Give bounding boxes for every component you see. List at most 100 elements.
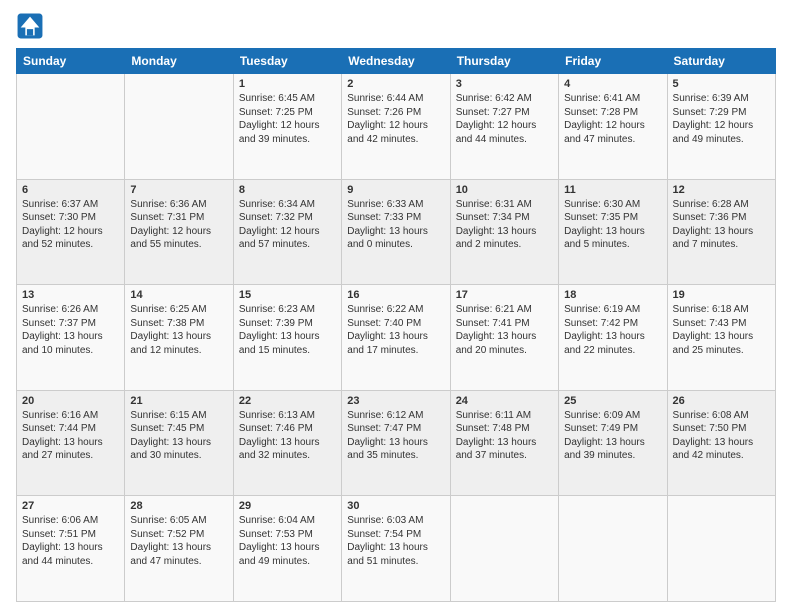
calendar-col-monday: Monday [125, 49, 233, 74]
cell-info: Sunrise: 6:12 AMSunset: 7:47 PMDaylight:… [347, 409, 444, 463]
cell-info: Sunrise: 6:25 AMSunset: 7:38 PMDaylight:… [130, 303, 227, 357]
day-number: 17 [456, 289, 553, 301]
day-number: 1 [239, 78, 336, 90]
day-number: 3 [456, 78, 553, 90]
calendar-cell: 9 Sunrise: 6:33 AMSunset: 7:33 PMDaylight… [342, 179, 450, 285]
day-number: 24 [456, 395, 553, 407]
cell-info: Sunrise: 6:26 AMSunset: 7:37 PMDaylight:… [22, 303, 119, 357]
calendar-cell: 10 Sunrise: 6:31 AMSunset: 7:34 PMDayligh… [450, 179, 558, 285]
calendar-cell: 16 Sunrise: 6:22 AMSunset: 7:40 PMDayligh… [342, 285, 450, 391]
calendar-cell: 25 Sunrise: 6:09 AMSunset: 7:49 PMDayligh… [559, 390, 667, 496]
day-number: 18 [564, 289, 661, 301]
day-number: 14 [130, 289, 227, 301]
calendar-cell: 18 Sunrise: 6:19 AMSunset: 7:42 PMDayligh… [559, 285, 667, 391]
calendar-cell: 21 Sunrise: 6:15 AMSunset: 7:45 PMDayligh… [125, 390, 233, 496]
day-number: 22 [239, 395, 336, 407]
cell-info: Sunrise: 6:19 AMSunset: 7:42 PMDaylight:… [564, 303, 661, 357]
day-number: 7 [130, 184, 227, 196]
logo [16, 12, 48, 40]
cell-info: Sunrise: 6:45 AMSunset: 7:25 PMDaylight:… [239, 92, 336, 146]
cell-info: Sunrise: 6:23 AMSunset: 7:39 PMDaylight:… [239, 303, 336, 357]
cell-info: Sunrise: 6:08 AMSunset: 7:50 PMDaylight:… [673, 409, 770, 463]
calendar-cell: 2 Sunrise: 6:44 AMSunset: 7:26 PMDaylight… [342, 74, 450, 180]
day-number: 9 [347, 184, 444, 196]
calendar-cell: 7Sunrise: 6:36 AMSunset: 7:31 PMDaylight… [125, 179, 233, 285]
calendar-cell: 22 Sunrise: 6:13 AMSunset: 7:46 PMDayligh… [233, 390, 341, 496]
calendar-col-saturday: Saturday [667, 49, 775, 74]
cell-info: Sunrise: 6:39 AMSunset: 7:29 PMDaylight:… [673, 92, 770, 146]
cell-info: Sunrise: 6:37 AMSunset: 7:30 PMDaylight:… [22, 198, 119, 252]
cell-info: Sunrise: 6:15 AMSunset: 7:45 PMDaylight:… [130, 409, 227, 463]
day-number: 6 [22, 184, 119, 196]
calendar-col-friday: Friday [559, 49, 667, 74]
cell-info: Sunrise: 6:13 AMSunset: 7:46 PMDaylight:… [239, 409, 336, 463]
calendar-cell: 29Sunrise: 6:04 AMSunset: 7:53 PMDayligh… [233, 496, 341, 602]
calendar-cell: 1 Sunrise: 6:45 AMSunset: 7:25 PMDaylight… [233, 74, 341, 180]
cell-info: Sunrise: 6:11 AMSunset: 7:48 PMDaylight:… [456, 409, 553, 463]
calendar-cell: 30Sunrise: 6:03 AMSunset: 7:54 PMDayligh… [342, 496, 450, 602]
day-number: 10 [456, 184, 553, 196]
day-number: 20 [22, 395, 119, 407]
calendar-table: SundayMondayTuesdayWednesdayThursdayFrid… [16, 48, 776, 602]
calendar-header-row: SundayMondayTuesdayWednesdayThursdayFrid… [17, 49, 776, 74]
calendar-cell: 23 Sunrise: 6:12 AMSunset: 7:47 PMDayligh… [342, 390, 450, 496]
cell-info: Sunrise: 6:06 AMSunset: 7:51 PMDaylight:… [22, 514, 119, 568]
day-number: 12 [673, 184, 770, 196]
day-number: 4 [564, 78, 661, 90]
day-number: 27 [22, 500, 119, 512]
calendar-col-tuesday: Tuesday [233, 49, 341, 74]
calendar-col-wednesday: Wednesday [342, 49, 450, 74]
day-number: 26 [673, 395, 770, 407]
calendar-cell: 5Sunrise: 6:39 AMSunset: 7:29 PMDaylight… [667, 74, 775, 180]
calendar-cell: 12 Sunrise: 6:28 AMSunset: 7:36 PMDayligh… [667, 179, 775, 285]
calendar-week-3: 13 Sunrise: 6:26 AMSunset: 7:37 PMDayligh… [17, 285, 776, 391]
header [16, 12, 776, 40]
calendar-cell: 14 Sunrise: 6:25 AMSunset: 7:38 PMDayligh… [125, 285, 233, 391]
calendar-cell: 11 Sunrise: 6:30 AMSunset: 7:35 PMDayligh… [559, 179, 667, 285]
cell-info: Sunrise: 6:16 AMSunset: 7:44 PMDaylight:… [22, 409, 119, 463]
day-number: 30 [347, 500, 444, 512]
calendar-col-sunday: Sunday [17, 49, 125, 74]
calendar-cell: 8Sunrise: 6:34 AMSunset: 7:32 PMDaylight… [233, 179, 341, 285]
calendar-cell: 13 Sunrise: 6:26 AMSunset: 7:37 PMDayligh… [17, 285, 125, 391]
day-number: 16 [347, 289, 444, 301]
calendar-cell [667, 496, 775, 602]
calendar-week-4: 20 Sunrise: 6:16 AMSunset: 7:44 PMDayligh… [17, 390, 776, 496]
calendar-cell: 27 Sunrise: 6:06 AMSunset: 7:51 PMDayligh… [17, 496, 125, 602]
calendar-col-thursday: Thursday [450, 49, 558, 74]
calendar-cell: 28 Sunrise: 6:05 AMSunset: 7:52 PMDayligh… [125, 496, 233, 602]
calendar-cell: 24 Sunrise: 6:11 AMSunset: 7:48 PMDayligh… [450, 390, 558, 496]
cell-info: Sunrise: 6:33 AMSunset: 7:33 PMDaylight:… [347, 198, 444, 252]
cell-info: Sunrise: 6:18 AMSunset: 7:43 PMDaylight:… [673, 303, 770, 357]
cell-info: Sunrise: 6:28 AMSunset: 7:36 PMDaylight:… [673, 198, 770, 252]
day-number: 15 [239, 289, 336, 301]
calendar-cell [450, 496, 558, 602]
day-number: 21 [130, 395, 227, 407]
cell-info: Sunrise: 6:31 AMSunset: 7:34 PMDaylight:… [456, 198, 553, 252]
calendar-week-2: 6 Sunrise: 6:37 AMSunset: 7:30 PMDaylight… [17, 179, 776, 285]
calendar-cell: 6 Sunrise: 6:37 AMSunset: 7:30 PMDaylight… [17, 179, 125, 285]
calendar-cell: 15 Sunrise: 6:23 AMSunset: 7:39 PMDayligh… [233, 285, 341, 391]
calendar-cell: 17 Sunrise: 6:21 AMSunset: 7:41 PMDayligh… [450, 285, 558, 391]
page: SundayMondayTuesdayWednesdayThursdayFrid… [0, 0, 792, 612]
day-number: 2 [347, 78, 444, 90]
calendar-cell: 20 Sunrise: 6:16 AMSunset: 7:44 PMDayligh… [17, 390, 125, 496]
cell-info: Sunrise: 6:05 AMSunset: 7:52 PMDaylight:… [130, 514, 227, 568]
cell-info: Sunrise: 6:09 AMSunset: 7:49 PMDaylight:… [564, 409, 661, 463]
cell-info: Sunrise: 6:42 AMSunset: 7:27 PMDaylight:… [456, 92, 553, 146]
day-number: 11 [564, 184, 661, 196]
day-number: 25 [564, 395, 661, 407]
cell-info: Sunrise: 6:22 AMSunset: 7:40 PMDaylight:… [347, 303, 444, 357]
cell-info: Sunrise: 6:21 AMSunset: 7:41 PMDaylight:… [456, 303, 553, 357]
calendar-cell: 26 Sunrise: 6:08 AMSunset: 7:50 PMDayligh… [667, 390, 775, 496]
calendar-cell [125, 74, 233, 180]
day-number: 13 [22, 289, 119, 301]
cell-info: Sunrise: 6:30 AMSunset: 7:35 PMDaylight:… [564, 198, 661, 252]
day-number: 28 [130, 500, 227, 512]
cell-info: Sunrise: 6:41 AMSunset: 7:28 PMDaylight:… [564, 92, 661, 146]
logo-icon [16, 12, 44, 40]
day-number: 19 [673, 289, 770, 301]
day-number: 23 [347, 395, 444, 407]
cell-info: Sunrise: 6:44 AMSunset: 7:26 PMDaylight:… [347, 92, 444, 146]
calendar-cell: 19 Sunrise: 6:18 AMSunset: 7:43 PMDayligh… [667, 285, 775, 391]
